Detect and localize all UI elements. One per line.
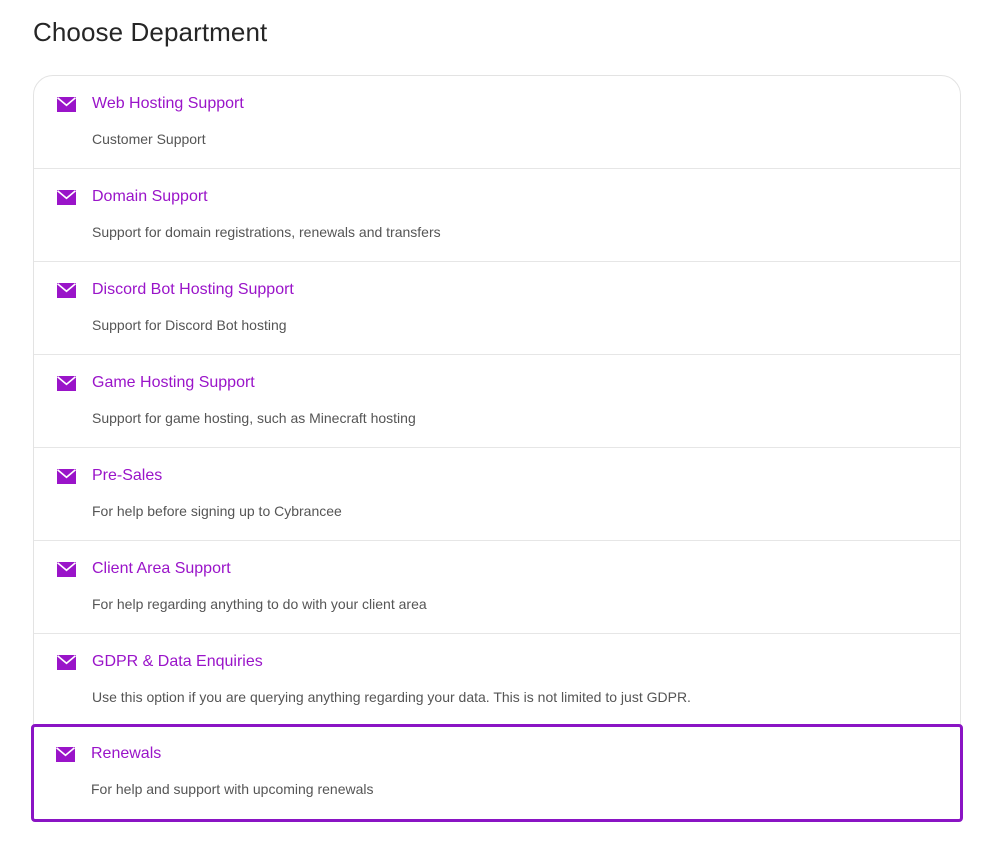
- mail-icon: [57, 562, 76, 577]
- department-name[interactable]: Client Area Support: [92, 560, 231, 578]
- mail-icon: [57, 97, 76, 112]
- mail-icon: [57, 283, 76, 298]
- department-name[interactable]: Pre-Sales: [92, 467, 162, 485]
- department-item-renewals[interactable]: Renewals For help and support with upcom…: [31, 724, 963, 822]
- department-item-client-area-support[interactable]: Client Area Support For help regarding a…: [34, 541, 960, 634]
- department-item-gdpr-data-enquiries[interactable]: GDPR & Data Enquiries Use this option if…: [34, 634, 960, 727]
- department-description: Support for Discord Bot hosting: [92, 317, 287, 333]
- department-name[interactable]: Discord Bot Hosting Support: [92, 281, 294, 299]
- department-item-pre-sales[interactable]: Pre-Sales For help before signing up to …: [34, 448, 960, 541]
- mail-icon: [56, 747, 75, 762]
- department-description: Use this option if you are querying anyt…: [92, 689, 691, 705]
- department-item-discord-bot-hosting-support[interactable]: Discord Bot Hosting Support Support for …: [34, 262, 960, 355]
- department-name[interactable]: Domain Support: [92, 188, 208, 206]
- department-list: Web Hosting Support Customer Support Dom…: [31, 75, 963, 822]
- mail-icon: [57, 190, 76, 205]
- department-description: Support for domain registrations, renewa…: [92, 224, 441, 240]
- page-title: Choose Department: [33, 17, 268, 47]
- department-description: Support for game hosting, such as Minecr…: [92, 410, 416, 426]
- mail-icon: [57, 469, 76, 484]
- mail-icon: [57, 376, 76, 391]
- department-name[interactable]: GDPR & Data Enquiries: [92, 653, 263, 671]
- department-item-web-hosting-support[interactable]: Web Hosting Support Customer Support: [34, 76, 960, 169]
- mail-icon: [57, 655, 76, 670]
- department-item-game-hosting-support[interactable]: Game Hosting Support Support for game ho…: [34, 355, 960, 448]
- department-description: For help regarding anything to do with y…: [92, 596, 427, 612]
- department-description: Customer Support: [92, 131, 206, 147]
- department-name[interactable]: Game Hosting Support: [92, 374, 255, 392]
- department-description: For help and support with upcoming renew…: [91, 781, 374, 797]
- department-name[interactable]: Web Hosting Support: [92, 95, 244, 113]
- department-item-domain-support[interactable]: Domain Support Support for domain regist…: [34, 169, 960, 262]
- department-description: For help before signing up to Cybrancee: [92, 503, 342, 519]
- department-name[interactable]: Renewals: [91, 745, 161, 763]
